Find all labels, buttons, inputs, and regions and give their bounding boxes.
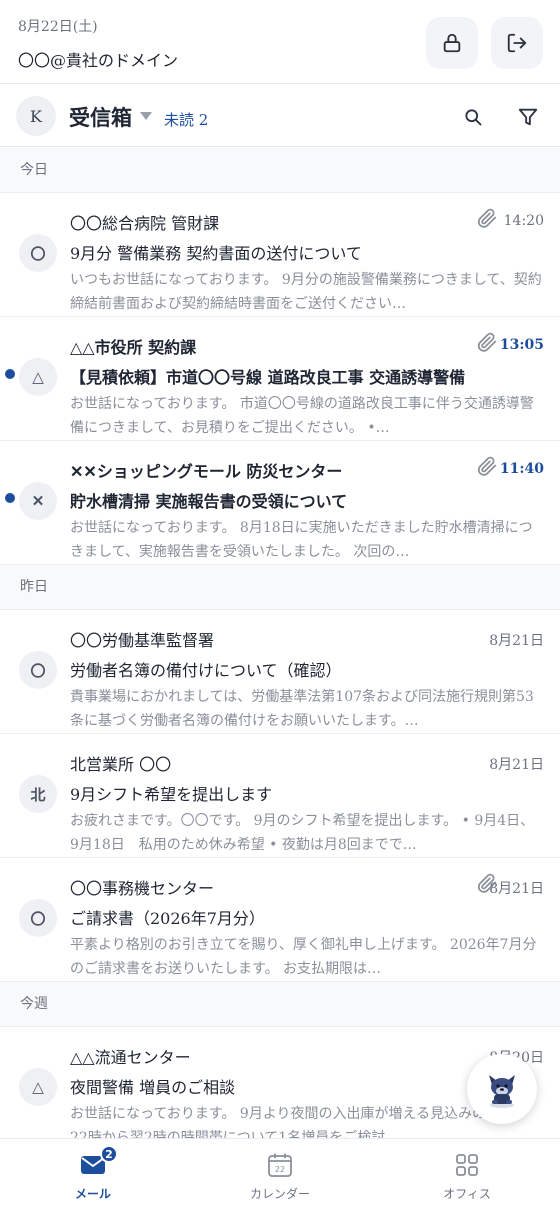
- assistant-button[interactable]: [467, 1054, 537, 1124]
- account-avatar[interactable]: K: [16, 96, 56, 136]
- mail-badge: 2: [100, 1145, 118, 1163]
- top-bar: 8月22日(土) 〇〇@貴社のドメイン: [0, 0, 560, 84]
- sender-avatar: △: [19, 358, 57, 396]
- account-domain: 〇〇@貴社のドメイン: [18, 51, 179, 70]
- mail-item[interactable]: 〇〇〇総合病院 管財課 14:20 9月分 警備業務 契約書面の送付についていつもお…: [0, 193, 560, 317]
- mailbox-bar: K 受信箱 未読 2: [0, 85, 560, 147]
- search-button[interactable]: [459, 103, 487, 131]
- mail-subject: 9月分 警備業務 契約書面の送付について: [70, 244, 362, 263]
- nav-calendar-label: カレンダー: [249, 1187, 310, 1201]
- nav-office-label: オフィス: [443, 1187, 491, 1201]
- filter-button[interactable]: [514, 103, 542, 131]
- mail-list[interactable]: 今日〇〇〇総合病院 管財課 14:20 9月分 警備業務 契約書面の送付について いつ…: [0, 148, 560, 1138]
- mail-time: 14:20: [503, 213, 544, 229]
- attachment-icon: [476, 455, 498, 477]
- bottom-nav: 2 メール 22 カレンダー オフィス: [0, 1138, 560, 1212]
- mail-subject: 労働者名簿の備付けについて（確認）: [70, 661, 342, 680]
- sender-name: 〇〇労働基準監督署: [70, 631, 215, 650]
- mailbox-title[interactable]: 受信箱: [69, 102, 132, 132]
- mail-subject: ご請求書（2026年7月分）: [70, 909, 265, 928]
- section-header: 今週: [0, 982, 560, 1027]
- unread-dot: [5, 369, 15, 379]
- mascot-dog-icon: [489, 1075, 515, 1108]
- mail-preview: 貴事業場におかれましては、労働基準法第107条および同法施行規則第53条に基づく…: [70, 689, 534, 729]
- mail-time: 8月21日: [489, 757, 544, 773]
- sender-avatar: 〇: [19, 234, 57, 272]
- mail-preview: 平素より格別のお引き立てを賜り、厚く御礼申し上げます。 2026年7月分のご請求…: [70, 937, 537, 977]
- sender-avatar: 〇: [19, 899, 57, 937]
- mail-subject: 9月シフト希望を提出します: [70, 785, 273, 804]
- section-header: 昨日: [0, 565, 560, 610]
- mail-preview: お疲れさまです。〇〇です。 9月のシフト希望を提出します。 • 9月4日、9月1…: [70, 813, 535, 853]
- attachment-icon: [476, 331, 498, 353]
- logout-button[interactable]: [491, 17, 543, 69]
- sender-name: △△流通センター: [70, 1048, 191, 1067]
- attachment-icon: [476, 207, 498, 229]
- section-header: 今日: [0, 148, 560, 193]
- mail-item[interactable]: ✕ ✕✕ショッピングモール 防災センター 11:40 貯水槽清掃 実施報告書の受領につ…: [0, 441, 560, 565]
- mail-preview: お世話になっております。 8月18日に実施いただきました貯水槽清掃につきまして、…: [70, 520, 533, 560]
- mail-subject: 貯水槽清掃 実施報告書の受領について: [70, 492, 348, 511]
- nav-calendar[interactable]: 22 カレンダー: [187, 1139, 373, 1212]
- unread-dot: [5, 493, 15, 503]
- lock-icon: [443, 33, 461, 53]
- sender-avatar: △: [19, 1068, 57, 1106]
- mail-item[interactable]: 〇〇〇労働基準監督署 8月21日労働者名簿の備付けについて（確認） 貴事業場におかれ…: [0, 610, 560, 734]
- sender-name: 〇〇総合病院 管財課: [70, 214, 220, 233]
- logout-icon: [507, 33, 527, 53]
- unread-count[interactable]: 未読 2: [164, 109, 208, 130]
- calendar-icon: 22: [268, 1153, 292, 1177]
- mail-time: 11:40: [499, 461, 544, 477]
- mail-subject: 夜間警備 増員のご相談: [70, 1078, 236, 1097]
- nav-office[interactable]: オフィス: [374, 1139, 560, 1212]
- mail-preview: お世話になっております。 市道〇〇号線の道路改良工事に伴う交通誘導警備につきまし…: [70, 396, 534, 436]
- mail-time: 13:05: [499, 337, 544, 353]
- grid-icon: [456, 1154, 478, 1176]
- nav-mail-label: メール: [74, 1187, 111, 1201]
- sender-avatar: 北: [19, 775, 57, 813]
- mail-preview: お世話になっております。 9月より夜間の入出庫が増える見込みのため、22時から翌…: [70, 1106, 529, 1138]
- sender-name: 〇〇事務機センター: [70, 879, 215, 898]
- mail-item[interactable]: △ △△市役所 契約課 13:05 【見積依頼】市道〇〇号線 道路改良工事 交通誘導警…: [0, 317, 560, 441]
- sender-name: 北営業所 〇〇: [70, 755, 172, 774]
- calendar-day: 22: [275, 1165, 285, 1174]
- chevron-down-icon[interactable]: [140, 112, 152, 120]
- search-icon: [465, 109, 482, 126]
- sender-name: ✕✕ショッピングモール 防災センター: [70, 462, 343, 481]
- sender-name: △△市役所 契約課: [70, 338, 197, 357]
- sender-avatar: 〇: [19, 651, 57, 689]
- mail-item[interactable]: 北北営業所 〇〇 8月21日 9月シフト希望を提出しますお疲れさまです。〇〇です。 …: [0, 734, 560, 858]
- mail-item[interactable]: 〇〇〇事務機センター 8月21日ご請求書（2026年7月分） 平素より格別のお引き立…: [0, 858, 560, 982]
- mail-time: 8月21日: [489, 881, 544, 897]
- current-date: 8月22日(土): [18, 19, 98, 35]
- filter-icon: [518, 108, 538, 126]
- nav-mail[interactable]: 2 メール: [0, 1139, 186, 1212]
- mail-preview: いつもお世話になっております。 9月分の施設警備業務につきまして、契約締結前書面…: [70, 272, 542, 312]
- mail-subject: 【見積依頼】市道〇〇号線 道路改良工事 交通誘導警備: [70, 368, 466, 387]
- sender-avatar: ✕: [19, 482, 57, 520]
- mail-time: 8月21日: [489, 633, 544, 649]
- lock-button[interactable]: [426, 17, 478, 69]
